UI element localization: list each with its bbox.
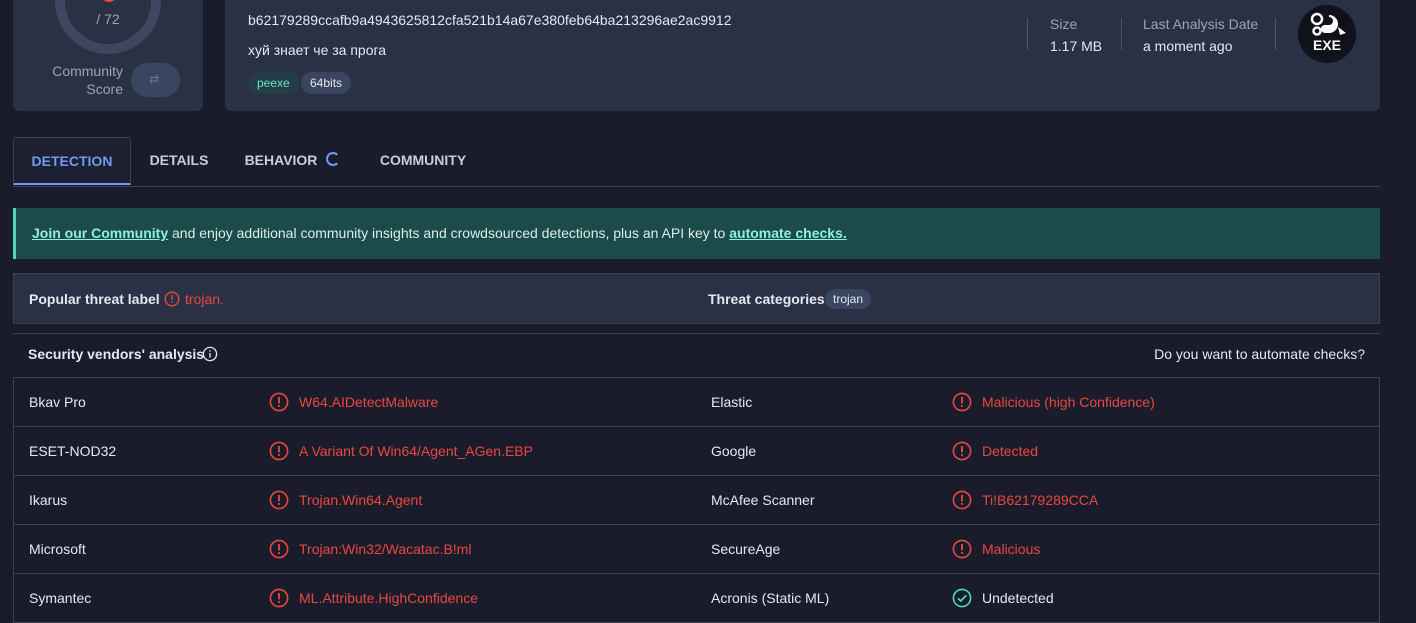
divider — [1027, 18, 1028, 50]
table-row: Bkav Pro W64.AIDetectMalware Elastic Malici… — [14, 378, 1379, 427]
alert-circle-icon — [269, 441, 289, 461]
detection-result: Trojan.Win64.Agent — [299, 492, 423, 508]
loading-spinner-icon — [326, 152, 340, 166]
threat-category-tag[interactable]: trojan — [825, 289, 872, 309]
detection-score-card: / 72 Community Score ⇄ — [13, 0, 203, 111]
vendor-name: SecureAge — [711, 541, 781, 557]
vendors-table: Bkav Pro W64.AIDetectMalware Elastic Malici… — [13, 377, 1380, 623]
community-label-line2: Score — [86, 81, 123, 97]
size-label: Size — [1050, 16, 1078, 32]
alert-circle-icon — [269, 588, 289, 608]
vendor-name: Bkav Pro — [29, 394, 86, 410]
info-icon[interactable] — [202, 346, 218, 362]
divider — [1121, 18, 1122, 50]
vendor-name: Acronis (Static ML) — [711, 590, 830, 606]
file-info-card: b62179289ccafb9a4943625812cfa521b14a67e3… — [225, 0, 1380, 111]
tab-community[interactable]: COMMUNITY — [373, 137, 473, 185]
swap-icon: ⇄ — [149, 72, 160, 86]
table-row: Symantec ML.Attribute.HighConfidence Acron… — [14, 574, 1379, 623]
score-ring — [55, 0, 161, 54]
gears-icon — [1310, 12, 1346, 36]
alert-circle-icon — [952, 490, 972, 510]
detection-result: Trojan:Win32/Wacatac.B!ml — [299, 541, 472, 557]
size-value: 1.17 MB — [1050, 38, 1103, 54]
detection-result: Undetected — [982, 590, 1054, 606]
table-row: ESET-NOD32 A Variant Of Win64/Agent_AGen.… — [14, 427, 1379, 476]
tag-peexe[interactable]: peexe — [248, 72, 299, 94]
file-type-icon: EXE — [1298, 5, 1356, 63]
check-circle-icon — [952, 588, 972, 608]
automate-checks-link[interactable]: automate checks. — [729, 225, 847, 241]
file-name: хуй знает че за прога — [248, 42, 387, 58]
popular-threat-label-title: Popular threat label — [29, 291, 160, 307]
threat-summary: Popular threat label trojan. Threat cate… — [13, 273, 1380, 324]
vendor-name: Symantec — [29, 590, 92, 606]
popular-threat-label-value[interactable]: trojan. — [185, 291, 224, 307]
file-hash[interactable]: b62179289ccafb9a4943625812cfa521b14a67e3… — [248, 12, 731, 28]
community-banner: Join our Community and enjoy additional … — [13, 208, 1380, 259]
detection-result: ML.Attribute.HighConfidence — [299, 590, 478, 606]
alert-circle-icon — [164, 291, 180, 307]
detection-result: Malicious — [982, 541, 1041, 557]
tag-64bits[interactable]: 64bits — [301, 72, 352, 94]
tab-behavior[interactable]: BEHAVIOR — [239, 137, 323, 185]
file-type-label: EXE — [1312, 37, 1341, 53]
tab-detection[interactable]: DETECTION — [13, 137, 131, 185]
vendor-name: Microsoft — [29, 541, 86, 557]
banner-text: and enjoy additional community insights … — [168, 225, 730, 241]
table-row: Ikarus Trojan.Win64.Agent McAfee Scanner Ti… — [14, 476, 1379, 525]
community-label-line1: Community — [52, 63, 123, 79]
table-row: Microsoft Trojan:Win32/Wacatac.B!ml Secure… — [14, 525, 1379, 574]
divider — [1275, 18, 1276, 50]
alert-circle-icon — [269, 490, 289, 510]
threat-categories-title: Threat categories — [708, 291, 825, 307]
automate-checks-prompt[interactable]: Do you want to automate checks? — [1154, 346, 1365, 362]
alert-circle-icon — [269, 392, 289, 412]
last-analysis-label: Last Analysis Date — [1143, 16, 1259, 32]
community-score-label: Community Score — [52, 62, 123, 98]
alert-circle-icon — [952, 441, 972, 461]
vendor-name: Elastic — [711, 394, 753, 410]
vendors-header: Security vendors' analysis Do you want t… — [13, 333, 1380, 377]
detection-result: Ti!B62179289CCA — [982, 492, 1099, 508]
detection-result: W64.AIDetectMalware — [299, 394, 439, 410]
tab-bar: DETECTION DETAILS BEHAVIOR COMMUNITY — [13, 137, 1380, 187]
score-ratio: / 72 — [96, 11, 120, 27]
alert-circle-icon — [269, 539, 289, 559]
vendor-name: Ikarus — [29, 492, 68, 508]
tab-details[interactable]: DETAILS — [139, 137, 219, 185]
detection-result: A Variant Of Win64/Agent_AGen.EBP — [299, 443, 533, 459]
vendors-title: Security vendors' analysis — [28, 346, 205, 362]
detection-result: Detected — [982, 443, 1039, 459]
community-score-toggle[interactable]: ⇄ — [131, 63, 180, 97]
alert-circle-icon — [952, 539, 972, 559]
detection-result: Malicious (high Confidence) — [982, 394, 1155, 410]
alert-circle-icon — [952, 392, 972, 412]
last-analysis-value: a moment ago — [1143, 38, 1233, 54]
vendor-name: Google — [711, 443, 757, 459]
join-community-link[interactable]: Join our Community — [32, 225, 168, 241]
vendor-name: ESET-NOD32 — [29, 443, 117, 459]
vendor-name: McAfee Scanner — [711, 492, 815, 508]
